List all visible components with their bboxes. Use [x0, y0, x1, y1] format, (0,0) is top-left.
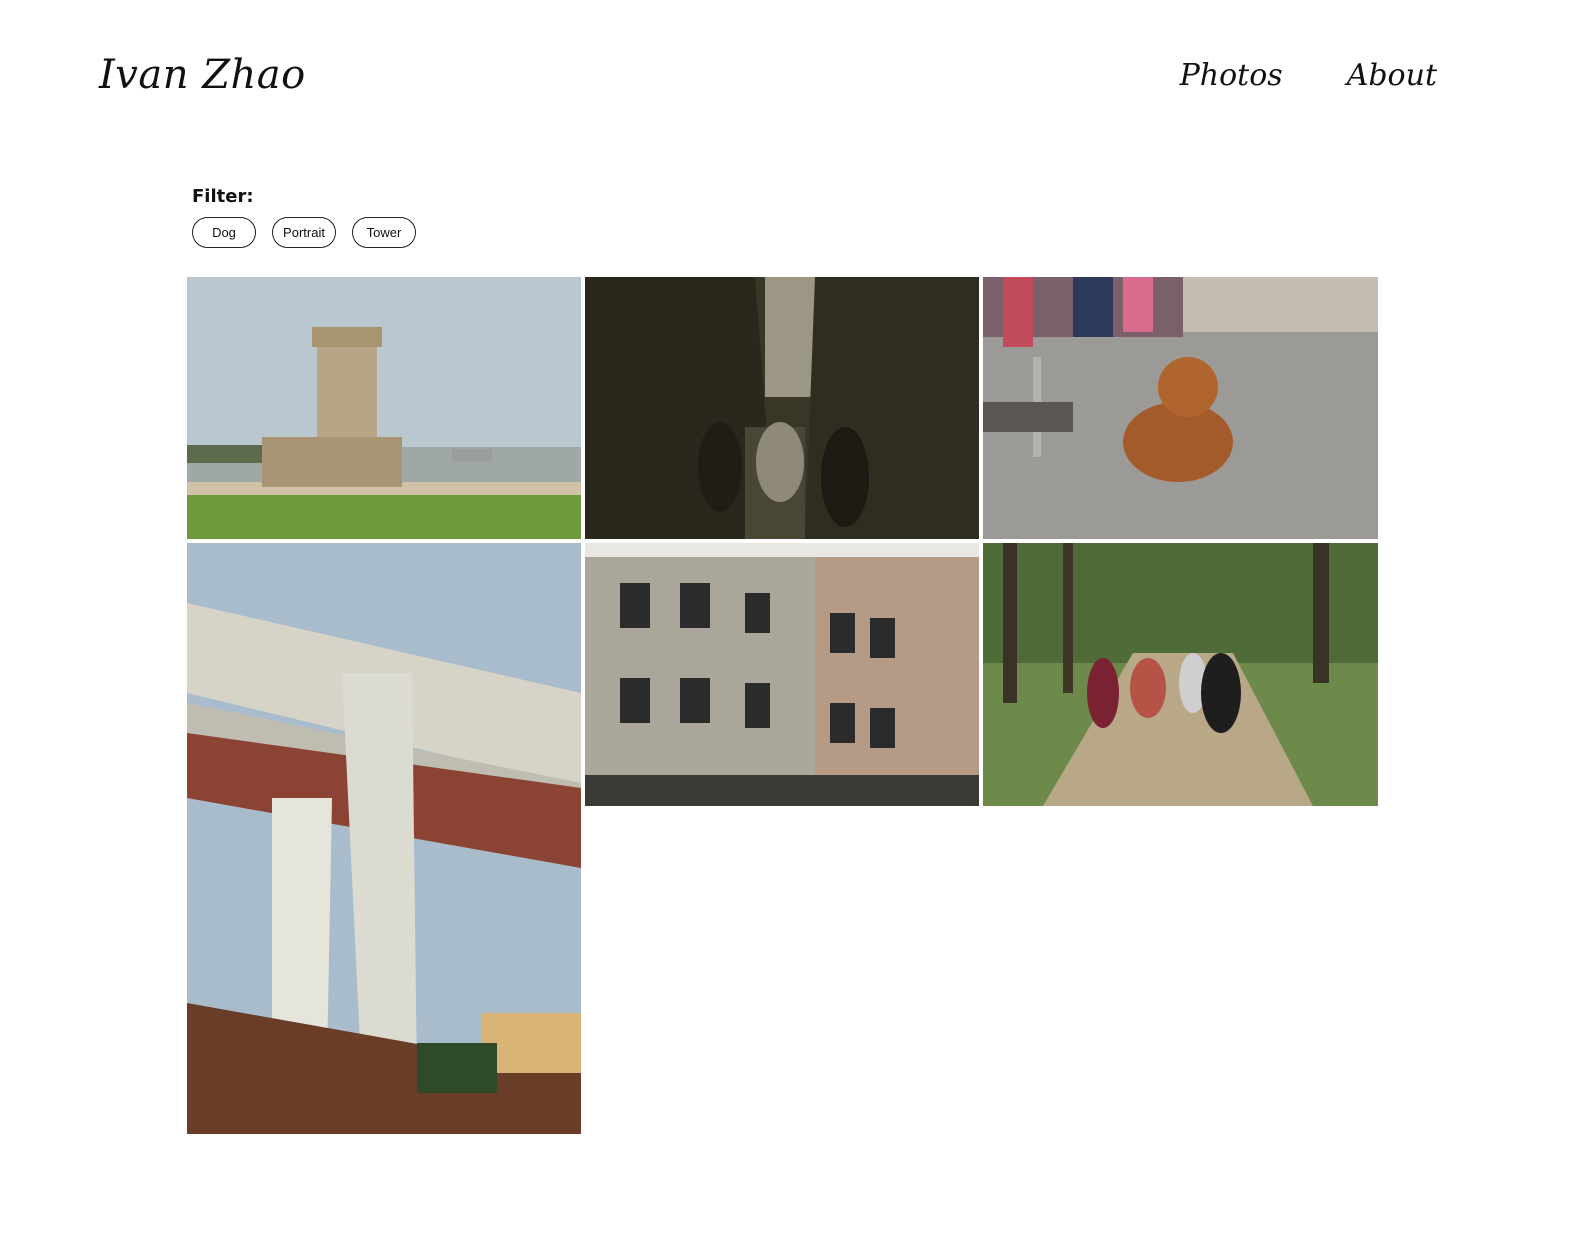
filter-chip-tower[interactable]: Tower [352, 217, 416, 248]
photo-alley[interactable] [585, 277, 979, 539]
filter-chip-dog[interactable]: Dog [192, 217, 256, 248]
nav-about-link[interactable]: About [1347, 58, 1437, 93]
bridge-photo-image [187, 543, 581, 1134]
main-nav: Photos About [1180, 58, 1437, 93]
tower-photo-image [187, 277, 581, 539]
photo-bridge[interactable] [187, 543, 581, 1134]
photo-dog[interactable] [983, 277, 1378, 539]
building-photo-image [585, 543, 979, 806]
filter-label: Filter: [192, 186, 254, 207]
photo-building[interactable] [585, 543, 979, 806]
filter-chips: Dog Portrait Tower [192, 217, 416, 248]
friends-photo-image [983, 543, 1378, 806]
photo-friends[interactable] [983, 543, 1378, 806]
alley-photo-image [585, 277, 979, 539]
site-title[interactable]: Ivan Zhao [99, 52, 306, 98]
filter-chip-portrait[interactable]: Portrait [272, 217, 336, 248]
dog-photo-image [983, 277, 1378, 539]
photo-tower[interactable] [187, 277, 581, 539]
nav-photos-link[interactable]: Photos [1180, 58, 1283, 93]
